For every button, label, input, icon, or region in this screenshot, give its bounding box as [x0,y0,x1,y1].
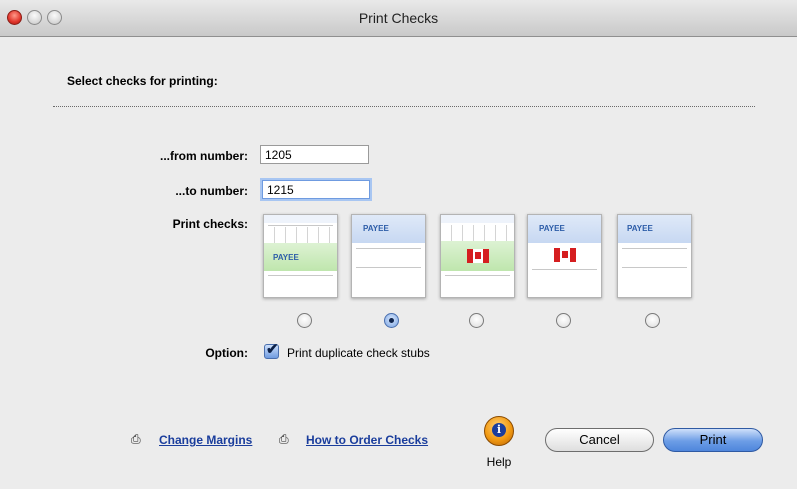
how-to-order-link[interactable]: How to Order Checks [306,433,428,447]
check-style-5-preview[interactable]: PAYEE [617,214,692,298]
info-icon: i [492,423,506,437]
from-number-label: ...from number: [159,149,248,163]
checkmark-icon: ✔ [266,341,279,358]
duplicate-stubs-label[interactable]: Print duplicate check stubs [287,346,430,360]
check-style-4-radio[interactable] [556,313,571,328]
window-title: Print Checks [358,10,439,26]
check-style-1-preview[interactable]: PAYEE [263,214,338,298]
canadian-flag-icon [467,249,489,263]
check-style-2-preview[interactable]: PAYEE [351,214,426,298]
divider [53,106,755,107]
section-heading: Select checks for printing: [67,74,218,88]
option-label: Option: [205,346,248,360]
help-label: Help [486,455,512,469]
help-button[interactable]: i [484,416,514,446]
printer-icon: ⎙ [131,432,141,446]
check-style-3-preview[interactable] [440,214,515,298]
cancel-button[interactable]: Cancel [545,428,654,452]
check-style-4-preview[interactable]: PAYEE [527,214,602,298]
check-style-2-radio[interactable] [384,313,399,328]
duplicate-stubs-checkbox[interactable]: ✔ [264,341,279,359]
printer-icon: ⎙ [279,432,289,446]
print-checks-dialog: Print Checks Select checks for printing:… [0,0,797,489]
check-style-5-radio[interactable] [645,313,660,328]
check-style-4-payee: PAYEE [539,224,565,233]
check-style-1-radio[interactable] [297,313,312,328]
from-number-field[interactable]: 1205 [260,145,369,164]
change-margins-link[interactable]: Change Margins [159,433,252,447]
check-style-3-radio[interactable] [469,313,484,328]
to-number-field[interactable]: 1215 [262,180,370,199]
to-number-label: ...to number: [175,184,248,198]
print-checks-label: Print checks: [172,217,248,231]
check-style-5-payee: PAYEE [627,224,653,233]
check-style-1-payee: PAYEE [273,253,299,262]
print-button[interactable]: Print [663,428,763,452]
title-bar: Print Checks [0,0,797,37]
check-style-2-payee: PAYEE [363,224,389,233]
canadian-flag-icon [554,248,576,262]
